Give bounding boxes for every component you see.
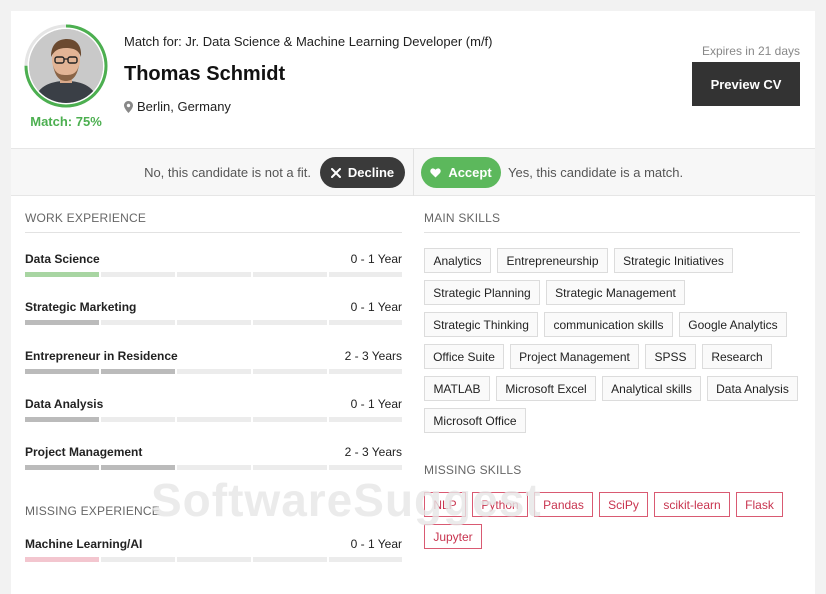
expires-label: Expires in 21 days [701,44,800,58]
skill-chip: communication skills [544,312,673,337]
skill-chip: Analytics [424,248,491,273]
decline-hint: No, this candidate is not a fit. [144,165,311,180]
experience-bar-segment [101,320,175,326]
experience-row: Entrepreneur in Residence 2 - 3 Years [25,349,402,379]
decline-button-label: Decline [347,165,395,180]
skill-chip: Strategic Thinking [424,312,538,337]
experience-bar-segment [329,320,402,326]
experience-bar-segment [253,272,327,277]
skill-chip: Strategic Management [546,280,685,305]
experience-bar-segment [177,272,251,277]
skill-chip: MATLAB [424,376,490,401]
experience-row: Data Analysis 0 - 1 Year [25,397,402,427]
experience-bar-segment [253,557,327,562]
avatar-match-ring [24,24,108,108]
main-skills-title: MAIN SKILLS [424,211,501,225]
skill-chip: Research [702,344,772,369]
experience-bar-segment [329,416,402,422]
candidate-location: Berlin, Germany [124,99,231,114]
experience-bar-segment [177,557,251,562]
experience-bar-segment [25,272,99,277]
experience-label: Strategic Marketing [25,300,137,315]
experience-years: 0 - 1 Year [350,252,402,266]
missing-skill-chip: Jupyter [424,524,482,549]
decision-bar: No, this candidate is not a fit. Decline… [11,148,815,196]
experience-bar-segment [177,368,251,374]
accept-button[interactable]: Accept [421,157,501,188]
experience-bar-segment [329,557,402,562]
experience-years: 0 - 1 Year [350,396,402,411]
preview-cv-button[interactable]: Preview CV [692,62,800,106]
missing-skill-chip: scikit-learn [654,492,730,517]
experience-row: Strategic Marketing 0 - 1 Year [25,300,402,330]
experience-bar-segment [253,416,327,422]
skill-chip: Entrepreneurship [497,248,608,273]
close-icon [330,167,341,178]
match-percentage: Match: 75% [30,114,102,129]
experience-bar-segment [25,557,99,562]
experience-bar-segment [329,368,402,374]
heart-icon [430,167,442,177]
experience-bar-segment [329,465,402,471]
experience-bar-segment [253,368,327,374]
experience-bar-segment [101,557,175,562]
experience-bar-segment [25,465,99,471]
work-experience-rule [25,232,402,233]
work-experience-title: WORK EXPERIENCE [25,211,147,225]
experience-bar-segment [25,368,99,374]
experience-label: Data Analysis [25,396,104,411]
experience-row: Machine Learning/AI 0 - 1 Year [25,537,402,567]
missing-skill-chip: Pandas [534,492,593,517]
experience-bar-segment [101,416,175,422]
skill-chip: Microsoft Office [424,408,526,433]
skill-chip: Project Management [510,344,639,369]
experience-bar-segment [101,272,175,277]
main-skills-rule [424,232,800,233]
skill-chip: SPSS [645,344,696,369]
decision-divider [413,149,414,196]
experience-years: 2 - 3 Years [344,445,402,460]
avatar [29,29,103,103]
candidate-header: Match: 75% Match for: Jr. Data Science &… [11,11,815,148]
candidate-name: Thomas Schmidt [124,63,286,85]
missing-skill-chip: SciPy [599,492,648,517]
decline-button[interactable]: Decline [320,157,405,188]
watermark: SoftwareSuggest [151,474,542,526]
map-pin-icon [124,100,133,113]
experience-row: Data Science 0 - 1 Year [25,252,402,282]
experience-bar-segment [25,416,99,422]
experience-label: Entrepreneur in Residence [25,348,178,363]
experience-bar-segment [101,465,175,471]
experience-years: 0 - 1 Year [350,537,402,551]
skill-chip: Strategic Planning [424,280,540,305]
accept-button-label: Accept [448,165,492,180]
accept-hint: Yes, this candidate is a match. [508,165,684,180]
experience-bar-segment [253,320,327,326]
experience-bar-segment [25,320,99,326]
skill-chip: Office Suite [424,344,504,369]
skill-chip: Microsoft Excel [496,376,596,401]
missing-skill-chip: Flask [736,492,783,517]
experience-label: Project Management [25,445,143,460]
experience-label: Machine Learning/AI [25,537,143,551]
experience-row: Project Management 2 - 3 Years [25,445,402,475]
skill-chip: Strategic Initiatives [614,248,733,273]
candidate-card: Match: 75% Match for: Jr. Data Science &… [11,11,815,594]
experience-years: 2 - 3 Years [344,348,402,363]
experience-bar-segment [177,416,251,422]
skill-chip: Google Analytics [679,312,787,337]
missing-experience-title: MISSING EXPERIENCE [25,504,160,518]
experience-bar-segment [101,368,175,374]
location-text: Berlin, Germany [137,99,231,114]
job-title: Match for: Jr. Data Science & Machine Le… [124,34,493,49]
experience-label: Data Science [25,252,100,266]
experience-bar-segment [253,465,327,471]
skill-chip: Data Analysis [707,376,798,401]
skill-chip: Analytical skills [602,376,701,401]
experience-years: 0 - 1 Year [350,300,402,315]
experience-bar-segment [329,272,402,277]
experience-bar-segment [177,320,251,326]
experience-bar-segment [177,465,251,471]
